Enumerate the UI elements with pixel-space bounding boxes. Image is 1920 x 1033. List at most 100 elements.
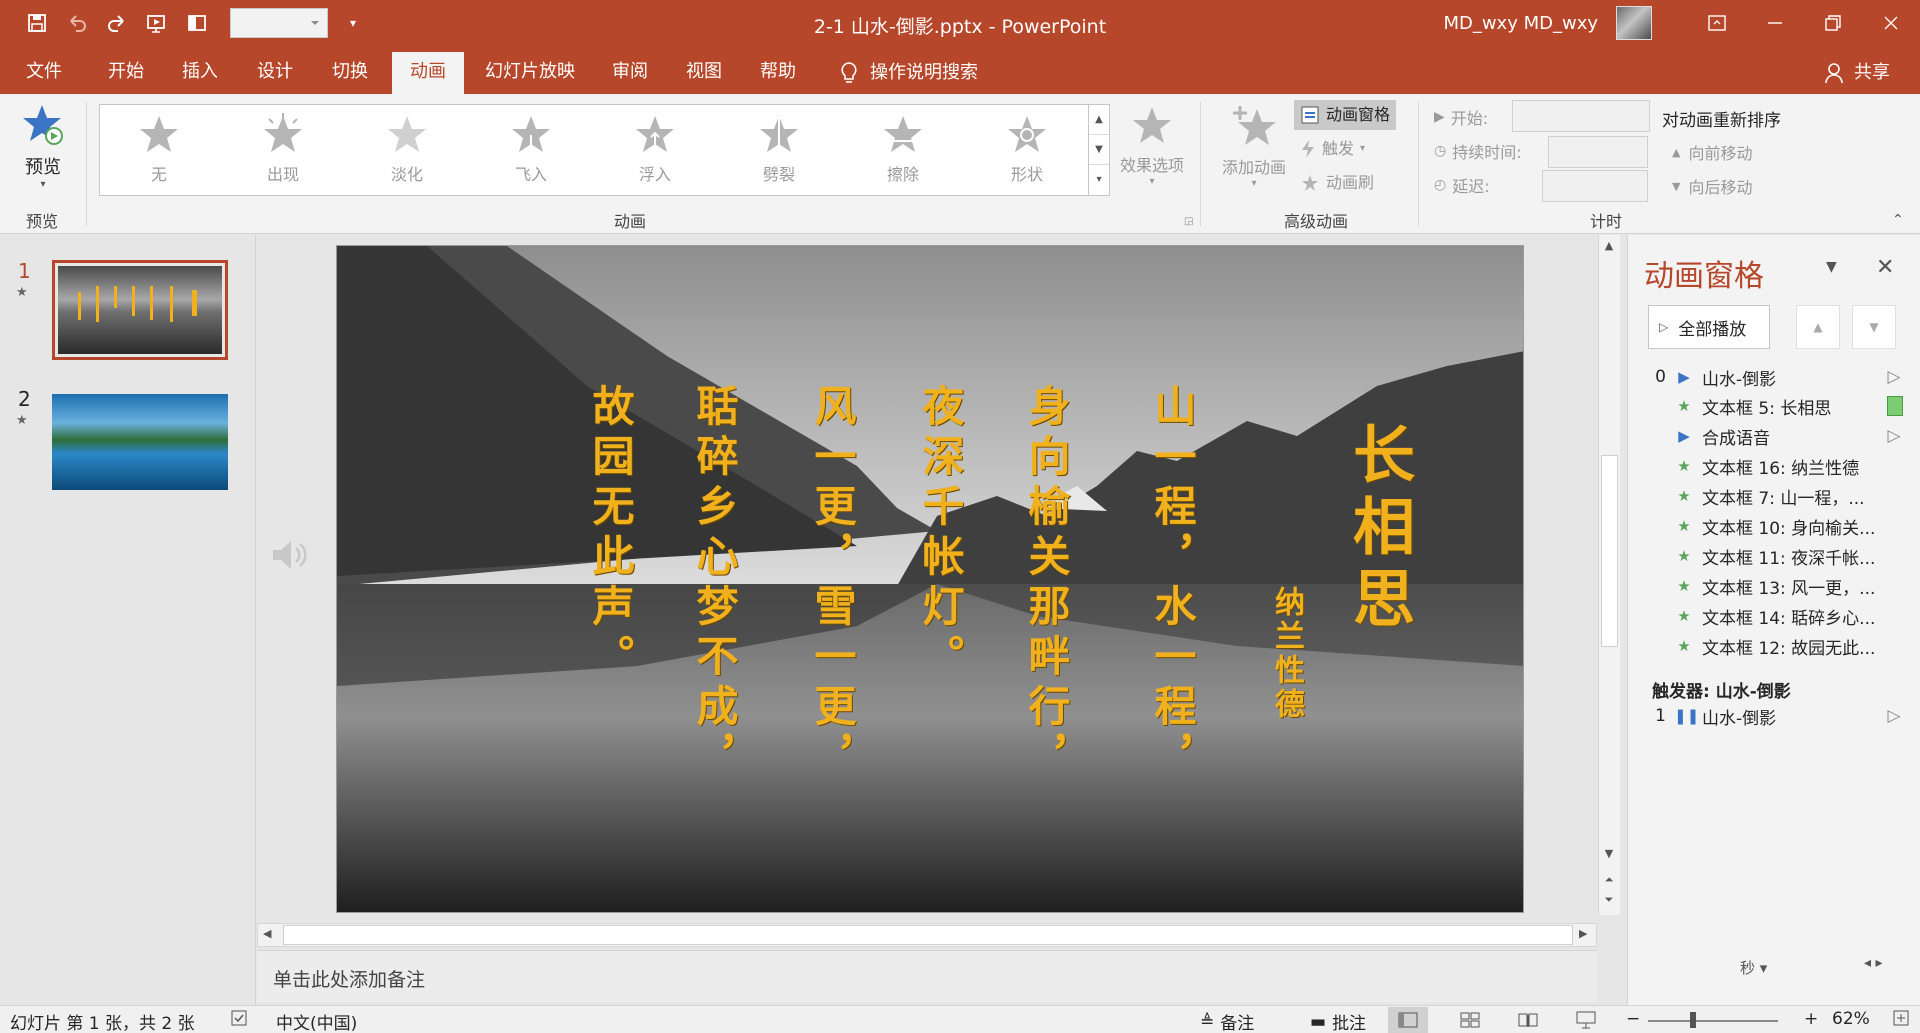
slide-sorter-icon[interactable]: [1450, 1007, 1490, 1033]
next-slide-icon[interactable]: ⏷: [1599, 893, 1619, 907]
animation-item[interactable]: ★ 文本框 10: 身向榆关...: [1648, 511, 1903, 541]
timeline-bar[interactable]: [1887, 396, 1903, 416]
scroll-up-icon[interactable]: ▲: [1599, 239, 1619, 252]
zoom-level[interactable]: 62%: [1832, 1009, 1870, 1029]
notes-placeholder[interactable]: 单击此处添加备注: [273, 965, 425, 992]
tab-design[interactable]: 设计: [243, 52, 307, 94]
dialog-launcher-icon[interactable]: ◲: [1184, 216, 1193, 227]
comments-button[interactable]: ▬ 批注: [1310, 1009, 1366, 1033]
horizontal-scrollbar[interactable]: ◀ ▶: [257, 923, 1597, 947]
vertical-scrollbar[interactable]: ▲ ▼ ⏶ ⏷: [1598, 235, 1620, 915]
gallery-appear[interactable]: 出现: [228, 113, 338, 185]
gallery-more-icon[interactable]: ▾: [1089, 165, 1109, 195]
animation-item[interactable]: ★ 文本框 7: 山一程，...: [1648, 481, 1903, 511]
normal-view-icon[interactable]: [1388, 1007, 1428, 1033]
tab-animations[interactable]: 动画: [392, 52, 464, 94]
close-icon[interactable]: [1862, 0, 1920, 46]
poem-line-1[interactable]: 山一程，水一程，: [1148, 384, 1197, 784]
seconds-label[interactable]: 秒 ▾: [1740, 957, 1767, 978]
gallery-float-in[interactable]: 浮入: [600, 113, 710, 185]
scroll-right-icon[interactable]: ▶: [1579, 927, 1587, 940]
slide-thumbnail-1[interactable]: [52, 260, 228, 360]
preview-button[interactable]: 预览 ▾: [16, 102, 70, 190]
duration-input[interactable]: [1548, 136, 1648, 168]
animation-item[interactable]: ★ 文本框 5: 长相思: [1648, 391, 1903, 421]
tab-review[interactable]: 审阅: [598, 52, 662, 94]
previous-slide-icon[interactable]: ⏶: [1599, 873, 1619, 887]
start-select[interactable]: [1512, 100, 1650, 132]
tab-view[interactable]: 视图: [672, 52, 736, 94]
gallery-none[interactable]: 无: [104, 113, 214, 185]
notes-button[interactable]: ≜ 备注: [1200, 1009, 1254, 1033]
ribbon-display-options-icon[interactable]: [1688, 0, 1746, 46]
fit-to-window-icon[interactable]: [1892, 1009, 1910, 1027]
slideshow-view-icon[interactable]: [1566, 1007, 1606, 1033]
animation-painter-button[interactable]: 动画刷: [1294, 168, 1380, 198]
animation-item[interactable]: ▶ 合成语音 ▷: [1648, 421, 1903, 451]
gallery-wipe[interactable]: 擦除: [848, 113, 958, 185]
restore-icon[interactable]: [1804, 0, 1862, 46]
zoom-slider[interactable]: [1648, 1020, 1778, 1022]
user-name[interactable]: MD_wxy MD_wxy: [1443, 13, 1598, 34]
minimize-icon[interactable]: [1746, 0, 1804, 46]
animation-item[interactable]: ★ 文本框 13: 风一更，...: [1648, 571, 1903, 601]
poem-line-4[interactable]: 风一更，雪一更，: [808, 384, 857, 784]
collapse-ribbon-icon[interactable]: ⌃: [1892, 212, 1904, 228]
poem-line-2[interactable]: 身向榆关那畔行，: [1022, 384, 1071, 784]
zoom-out-icon[interactable]: −: [1626, 1009, 1640, 1029]
tell-me-search[interactable]: 操作说明搜索: [840, 52, 978, 94]
gallery-split[interactable]: 劈裂: [724, 113, 834, 185]
notes-pane[interactable]: 单击此处添加备注: [257, 950, 1597, 1002]
poem-line-6[interactable]: 故园无此声。: [586, 384, 635, 684]
timeline-scroll-icon[interactable]: ◂ ▸: [1864, 955, 1883, 971]
animation-item[interactable]: ★ 文本框 11: 夜深千帐...: [1648, 541, 1903, 571]
animation-item[interactable]: ★ 文本框 16: 纳兰性德: [1648, 451, 1903, 481]
avatar[interactable]: [1616, 6, 1652, 40]
move-earlier-button[interactable]: ▲ 向前移动: [1672, 140, 1752, 164]
gallery-down-icon[interactable]: ▼: [1089, 135, 1109, 165]
gallery-fade[interactable]: 淡化: [352, 113, 462, 185]
zoom-in-icon[interactable]: +: [1804, 1009, 1818, 1029]
spellcheck-icon[interactable]: [230, 1009, 248, 1027]
trigger-button[interactable]: 触发 ▾: [1294, 134, 1371, 164]
close-pane-icon[interactable]: ✕: [1876, 255, 1894, 280]
add-animation-button[interactable]: 添加动画 ▾: [1214, 104, 1294, 189]
tab-transitions[interactable]: 切换: [318, 52, 382, 94]
language-label[interactable]: 中文(中国): [276, 1009, 357, 1033]
poem-line-5[interactable]: 聒碎乡心梦不成，: [690, 384, 739, 784]
animation-item[interactable]: ★ 文本框 14: 聒碎乡心...: [1648, 601, 1903, 631]
expand-icon[interactable]: ▷: [1885, 426, 1903, 446]
slide-thumbnail-2[interactable]: [52, 394, 228, 490]
tab-help[interactable]: 帮助: [746, 52, 810, 94]
scroll-left-icon[interactable]: ◀: [263, 927, 271, 940]
pane-options-icon[interactable]: ▼: [1826, 259, 1837, 275]
gallery-up-icon[interactable]: ▲: [1089, 105, 1109, 135]
poem-title[interactable]: 长相思: [1342, 422, 1415, 638]
reading-view-icon[interactable]: [1508, 1007, 1548, 1033]
move-later-button[interactable]: ▼ 向后移动: [1672, 174, 1752, 198]
poem-line-3[interactable]: 夜深千帐灯。: [916, 384, 965, 684]
animation-pane-button[interactable]: 动画窗格: [1294, 100, 1397, 130]
expand-icon[interactable]: ▷: [1885, 367, 1903, 387]
gallery-fly-in[interactable]: 飞入: [476, 113, 586, 185]
tab-slideshow[interactable]: 幻灯片放映: [471, 52, 589, 94]
gallery-shape[interactable]: 形状: [972, 113, 1082, 185]
gallery-scroll[interactable]: ▲ ▼ ▾: [1088, 104, 1110, 196]
speaker-icon[interactable]: [269, 535, 309, 575]
effect-options-button[interactable]: 效果选项 ▾: [1114, 104, 1190, 187]
tab-home[interactable]: 开始: [94, 52, 158, 94]
tab-file[interactable]: 文件: [12, 52, 76, 94]
animation-item[interactable]: ★ 文本框 12: 故园无此...: [1648, 631, 1903, 661]
scroll-down-icon[interactable]: ▼: [1599, 847, 1619, 860]
poem-author[interactable]: 纳兰性德: [1269, 586, 1304, 722]
trigger-item[interactable]: 1 ❚❚ 山水-倒影 ▷: [1648, 701, 1903, 731]
delay-input[interactable]: [1542, 170, 1648, 202]
preview-dropdown-icon[interactable]: ▾: [16, 179, 70, 190]
slide-canvas[interactable]: 长相思 纳兰性德 山一程，水一程， 身向榆关那畔行， 夜深千帐灯。 风一更，雪一…: [336, 245, 1524, 913]
zoom-slider-thumb[interactable]: [1690, 1012, 1696, 1028]
move-down-icon[interactable]: ▼: [1852, 305, 1896, 349]
move-up-icon[interactable]: ▲: [1796, 305, 1840, 349]
tab-insert[interactable]: 插入: [168, 52, 232, 94]
animation-item[interactable]: 0 ▶ 山水-倒影 ▷: [1648, 362, 1903, 392]
play-all-button[interactable]: ▷ 全部播放: [1648, 305, 1770, 349]
